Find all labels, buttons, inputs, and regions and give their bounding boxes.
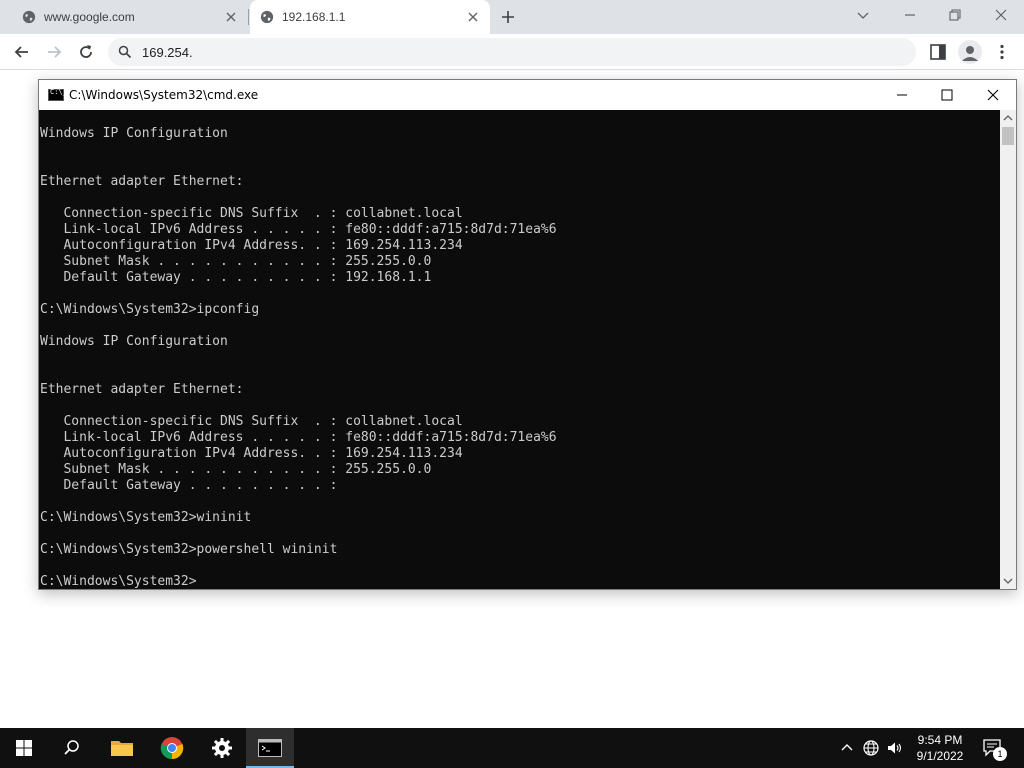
cmd-maximize-button[interactable] — [924, 80, 970, 110]
new-tab-plus-icon[interactable] — [498, 7, 518, 27]
search-icon — [64, 740, 79, 755]
tab-google[interactable]: www.google.com — [0, 0, 248, 34]
network-globe-icon[interactable] — [862, 739, 880, 757]
start-button[interactable] — [0, 728, 48, 768]
scroll-down-arrow-icon[interactable] — [1000, 573, 1016, 589]
clock-date: 9/1/2022 — [916, 749, 964, 763]
address-bar[interactable] — [108, 38, 916, 66]
folder-icon — [111, 741, 133, 756]
globe-icon — [22, 10, 36, 24]
close-tab-icon[interactable] — [224, 10, 238, 24]
back-arrow-icon[interactable] — [12, 42, 32, 62]
chrome-icon — [160, 737, 184, 760]
clock-time: 9:54 PM — [917, 733, 963, 747]
cmd-titlebar[interactable]: C:\_ C:\Windows\System32\cmd.exe — [39, 80, 1016, 110]
volume-icon[interactable] — [886, 739, 904, 757]
windows-logo-icon — [16, 740, 32, 756]
close-tab-icon[interactable] — [466, 10, 480, 24]
restore-icon[interactable] — [947, 7, 963, 23]
tab-title: 192.168.1.1 — [282, 10, 346, 24]
minimize-icon — [897, 94, 907, 96]
close-icon — [987, 89, 999, 101]
search-icon — [118, 45, 132, 59]
side-panel-icon[interactable] — [928, 42, 948, 62]
console-scrollbar[interactable] — [1000, 110, 1016, 589]
cmd-taskbar-button[interactable] — [246, 728, 294, 768]
reload-icon[interactable] — [76, 42, 96, 62]
minimize-icon[interactable] — [902, 7, 918, 23]
chrome-button[interactable] — [148, 728, 196, 768]
scroll-thumb[interactable] — [1002, 127, 1014, 145]
chevron-up-icon[interactable] — [838, 739, 856, 757]
tab-divider — [248, 9, 249, 25]
search-button[interactable] — [48, 728, 96, 768]
tab-title: www.google.com — [44, 10, 135, 24]
forward-arrow-icon[interactable] — [44, 42, 64, 62]
console-text: Windows IP Configuration Ethernet adapte… — [40, 126, 557, 589]
cmd-close-button[interactable] — [970, 80, 1016, 110]
cmd-icon — [258, 739, 282, 757]
more-menu-icon[interactable] — [992, 42, 1012, 62]
cmd-window: C:\_ C:\Windows\System32\cmd.exe Windows… — [38, 79, 1017, 590]
globe-icon — [260, 10, 274, 24]
settings-button[interactable] — [198, 728, 246, 768]
console-output[interactable]: Windows IP Configuration Ethernet adapte… — [39, 110, 1000, 589]
tab-strip: www.google.com 192.168.1.1 — [0, 0, 1024, 34]
tab-search-chevron-icon[interactable] — [855, 7, 871, 23]
gear-icon — [212, 738, 232, 758]
cmd-window-title: C:\Windows\System32\cmd.exe — [69, 88, 259, 102]
cmd-app-icon: C:\_ — [48, 88, 67, 101]
browser-toolbar — [0, 34, 1024, 70]
maximize-icon — [941, 89, 953, 101]
scroll-up-arrow-icon[interactable] — [1000, 110, 1016, 126]
close-window-icon[interactable] — [993, 7, 1009, 23]
notification-badge: 1 — [993, 747, 1007, 761]
system-clock[interactable]: 9:54 PM 9/1/2022 — [908, 732, 972, 764]
address-input[interactable] — [142, 38, 882, 66]
file-explorer-button[interactable] — [98, 728, 146, 768]
profile-avatar-icon[interactable] — [958, 40, 982, 64]
cmd-minimize-button[interactable] — [879, 80, 925, 110]
taskbar: 9:54 PM 9/1/2022 1 — [0, 728, 1024, 768]
tab-router[interactable]: 192.168.1.1 — [250, 0, 490, 34]
